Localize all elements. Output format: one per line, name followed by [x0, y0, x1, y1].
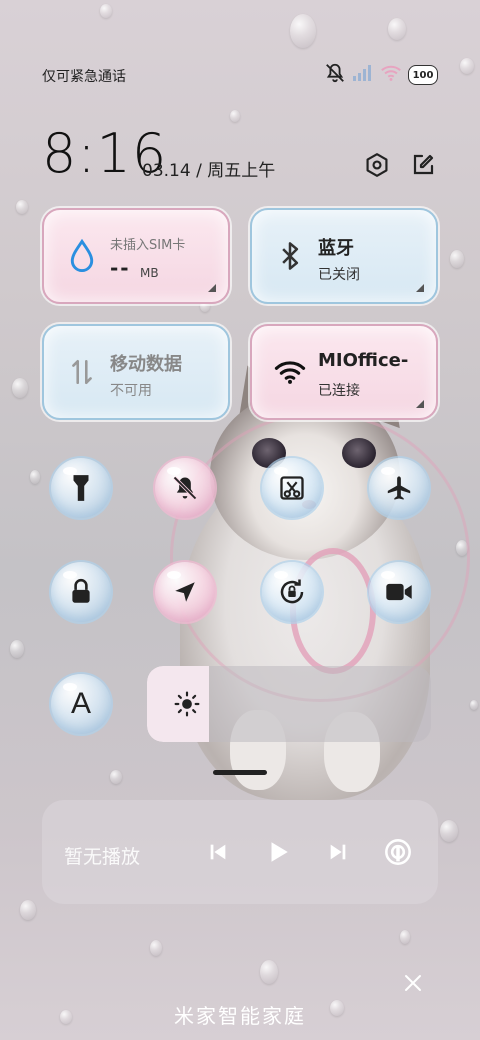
- settings-button[interactable]: [362, 150, 392, 180]
- media-player: 暂无播放: [42, 800, 438, 904]
- mobile-data-title: 移动数据: [110, 354, 182, 375]
- location-arrow-icon: [175, 582, 195, 602]
- cast-audio-icon: [385, 839, 411, 865]
- data-usage-tile[interactable]: 未插入SIM卡 -- MB: [42, 208, 230, 304]
- brightness-slider[interactable]: [147, 666, 431, 742]
- expand-corner-icon: [208, 284, 216, 292]
- carrier-text: 仅可紧急通话: [42, 69, 126, 85]
- lock-screen-toggle[interactable]: [51, 562, 111, 622]
- rotation-lock-icon: [280, 579, 304, 604]
- play-icon: [271, 842, 288, 862]
- sun-icon: [173, 690, 201, 718]
- location-toggle[interactable]: [155, 562, 215, 622]
- audio-output-button[interactable]: [382, 836, 414, 868]
- wifi-tile[interactable]: MIOffice- 已连接: [250, 324, 438, 420]
- airplane-icon: [387, 476, 411, 500]
- next-icon: [330, 844, 346, 860]
- wifi-title: MIOffice-: [318, 350, 409, 371]
- bluetooth-icon: [274, 238, 306, 274]
- expand-corner-icon: [416, 284, 424, 292]
- rotation-lock-toggle[interactable]: [262, 562, 322, 622]
- bluetooth-status: 已关闭: [318, 267, 360, 283]
- mute-toggle[interactable]: [155, 458, 215, 518]
- close-icon: [405, 975, 421, 991]
- previous-track-button[interactable]: [202, 836, 234, 868]
- next-track-button[interactable]: [322, 836, 354, 868]
- mute-icon: [173, 476, 197, 500]
- close-button[interactable]: [400, 970, 426, 996]
- battery-icon: 100: [408, 65, 438, 85]
- screen-record-toggle[interactable]: [369, 562, 429, 622]
- edit-icon: [413, 154, 434, 175]
- status-bar: 仅可紧急通话 100: [0, 60, 480, 92]
- edit-button[interactable]: [408, 150, 438, 180]
- wifi-status: 已连接: [318, 383, 360, 399]
- mobile-data-tile[interactable]: 移动数据 不可用: [42, 324, 230, 420]
- bluetooth-tile[interactable]: 蓝牙 已关闭: [250, 208, 438, 304]
- scissors-icon: [280, 476, 304, 500]
- lock-icon: [72, 578, 90, 603]
- smart-home-title: 米家智能家庭: [174, 1004, 306, 1028]
- screenshot-toggle[interactable]: [262, 458, 322, 518]
- clock-date: 03.14 / 周五上午: [142, 161, 276, 181]
- signal-icon: [352, 64, 374, 86]
- media-title: 暂无播放: [64, 846, 141, 868]
- wifi-status-icon: [380, 64, 402, 86]
- bluetooth-title: 蓝牙: [318, 238, 354, 259]
- sim-status-label: 未插入SIM卡: [110, 238, 186, 253]
- panel-drag-handle[interactable]: [213, 770, 267, 775]
- wifi-icon: [274, 354, 306, 390]
- water-drop-icon: [66, 238, 98, 274]
- airplane-mode-toggle[interactable]: [369, 458, 429, 518]
- flashlight-toggle[interactable]: [51, 458, 111, 518]
- mobile-data-status: 不可用: [110, 383, 152, 399]
- expand-corner-icon: [416, 400, 424, 408]
- font-size-icon: A: [70, 687, 91, 720]
- play-button[interactable]: [262, 836, 294, 868]
- settings-icon: [366, 153, 388, 177]
- flashlight-icon: [73, 475, 89, 501]
- video-camera-icon: [386, 583, 412, 601]
- data-usage-value: --: [110, 256, 131, 280]
- data-usage-unit: MB: [140, 266, 159, 280]
- mute-status-icon: [324, 62, 346, 88]
- previous-icon: [210, 844, 226, 860]
- status-icons: 100: [324, 62, 438, 88]
- font-size-toggle[interactable]: A: [51, 674, 111, 734]
- clock-row: 8:16 03.14 / 周五上午: [42, 122, 442, 186]
- mobile-data-icon: [66, 354, 98, 390]
